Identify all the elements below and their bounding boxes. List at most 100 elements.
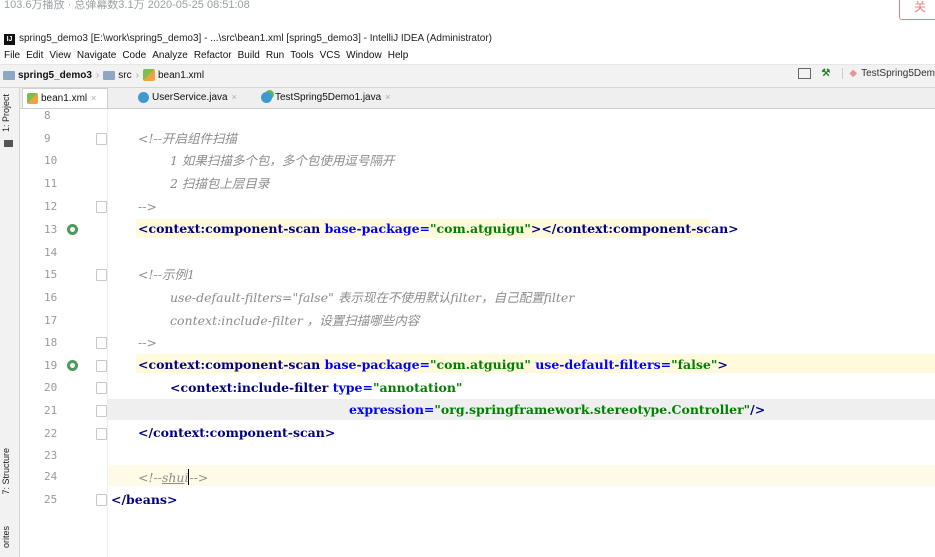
- code-line-20: <context:include-filter type="annotation…: [170, 377, 462, 398]
- comment-line: -->: [138, 335, 157, 350]
- xml-file-icon: [27, 93, 38, 104]
- menu-tools[interactable]: Tools: [287, 48, 316, 64]
- video-info-strip: 103.6万播放 · 总弹幕数3.1万 2020-05-25 08:51:08 …: [0, 0, 935, 27]
- comment-line: context:include-filter ，设置扫描哪些内容: [170, 313, 420, 328]
- favorites-tool-button[interactable]: orites: [1, 526, 11, 548]
- src-folder-icon: [103, 70, 116, 80]
- line-number: 12: [44, 200, 58, 213]
- line-number: 21: [44, 404, 58, 417]
- intellij-app-icon: IJ: [4, 34, 15, 45]
- fold-toggle-icon[interactable]: [96, 337, 107, 349]
- comment-close: -->: [189, 470, 209, 485]
- menu-edit[interactable]: Edit: [23, 48, 46, 64]
- menu-bar: File Edit View Navigate Code Analyze Refactor B…: [0, 48, 935, 65]
- window-title-bar: IJ spring5_demo3 [E:\work\spring5_demo3]…: [0, 32, 935, 47]
- xml-file-icon: [142, 69, 155, 81]
- comment-line: 2 扫描包上层目录: [170, 176, 270, 191]
- spring-bean-gutter-icon[interactable]: [67, 360, 78, 371]
- code-line-21: expression="org.springframework.stereoty…: [349, 399, 765, 420]
- build-hammer-icon[interactable]: ⚒: [821, 68, 830, 79]
- xml-tag: />: [750, 402, 766, 417]
- xml-value: "false": [671, 357, 718, 372]
- breadcrumb-separator: ›: [135, 69, 139, 81]
- menu-view[interactable]: View: [46, 48, 74, 64]
- xml-value: "com.atguigu": [430, 357, 536, 372]
- comment-line: <!--开启组件扫描: [138, 131, 237, 146]
- menu-window[interactable]: Window: [343, 48, 385, 64]
- java-test-class-icon: [261, 92, 272, 103]
- fold-toggle-icon[interactable]: [96, 269, 107, 281]
- menu-analyze[interactable]: Analyze: [149, 48, 191, 64]
- toolbar-right: ⚒ ◆ TestSpring5Dem: [798, 68, 935, 79]
- menu-run[interactable]: Run: [263, 48, 287, 64]
- video-meta-text: 103.6万播放 · 总弹幕数3.1万 2020-05-25 08:51:08: [4, 0, 250, 11]
- xml-tag: <context:include-filter: [170, 380, 333, 395]
- line-number: 16: [44, 291, 58, 304]
- xml-tag: <context:component-scan: [138, 357, 325, 372]
- run-config-label: TestSpring5Dem: [861, 68, 935, 79]
- fold-toggle-icon[interactable]: [96, 428, 107, 440]
- line-number: 9: [44, 132, 51, 145]
- spring-bean-gutter-icon[interactable]: [67, 224, 78, 235]
- breadcrumb-separator: ›: [95, 69, 100, 81]
- menu-navigate[interactable]: Navigate: [74, 48, 119, 64]
- project-folder-icon: [3, 70, 15, 80]
- comment-line: 1 如果扫描多个包，多个包使用逗号隔开: [170, 153, 395, 168]
- xml-attribute: base-package=: [324, 357, 431, 372]
- text-caret: [188, 469, 190, 485]
- xml-tag: <context:component-scan: [138, 221, 325, 236]
- java-class-icon: [138, 92, 149, 103]
- code-line-24: <!--shui-->: [138, 466, 208, 488]
- line-number: 20: [44, 381, 58, 394]
- line-number: 24: [44, 470, 58, 483]
- typo-word: shu: [161, 470, 185, 485]
- run-config-icon: ◆: [849, 68, 858, 79]
- line-number: 8: [44, 109, 51, 122]
- window-title: spring5_demo3 [E:\work\spring5_demo3] - …: [19, 33, 492, 44]
- line-number: 11: [44, 177, 58, 190]
- code-line-22: </context:component-scan>: [138, 425, 336, 440]
- menu-refactor[interactable]: Refactor: [191, 48, 235, 64]
- comment-line: -->: [138, 199, 157, 214]
- breadcrumb-file[interactable]: bean1.xml: [158, 70, 204, 81]
- xml-tag: >: [717, 357, 728, 372]
- menu-vcs[interactable]: VCS: [317, 48, 344, 64]
- xml-attribute: expression=: [349, 402, 435, 417]
- comment-line: use-default-filters="false" 表示现在不使用默认fil…: [170, 290, 575, 305]
- fold-toggle-icon[interactable]: [96, 201, 107, 213]
- xml-value: "com.atguigu": [430, 221, 531, 236]
- xml-attribute: use-default-filters=: [535, 357, 672, 372]
- menu-code[interactable]: Code: [119, 48, 149, 64]
- menu-build[interactable]: Build: [235, 48, 263, 64]
- xml-value: "org.springframework.stereotype.Controll…: [434, 402, 751, 417]
- xml-attribute: base-package=: [324, 221, 431, 236]
- follow-button[interactable]: 关: [899, 0, 935, 20]
- fold-toggle-icon[interactable]: [96, 382, 107, 394]
- line-number: 10: [44, 154, 58, 167]
- breadcrumb-project[interactable]: spring5_demo3: [18, 70, 92, 81]
- fold-toggle-icon[interactable]: [96, 133, 107, 145]
- navigation-bar: spring5_demo3 › src › bean1.xml ⚒ ◆ TestS…: [0, 65, 935, 88]
- xml-value: "annotation": [372, 380, 463, 395]
- breadcrumb: spring5_demo3 › src › bean1.xml: [3, 69, 204, 81]
- breadcrumb-src[interactable]: src: [118, 70, 131, 81]
- run-configuration-selector[interactable]: ◆ TestSpring5Dem: [842, 68, 935, 79]
- line-number: 14: [44, 246, 58, 259]
- fold-toggle-icon[interactable]: [96, 360, 107, 372]
- layout-toggle-icon[interactable]: [798, 68, 812, 79]
- line-number: 22: [44, 427, 58, 440]
- line-number: 17: [44, 314, 58, 327]
- fold-toggle-icon[interactable]: [96, 405, 107, 417]
- menu-help[interactable]: Help: [385, 48, 412, 64]
- xml-tag: ></context:component-scan>: [530, 221, 739, 236]
- menu-file[interactable]: File: [1, 48, 23, 64]
- code-line-25: </beans>: [111, 492, 178, 507]
- line-number: 23: [44, 449, 58, 462]
- xml-attribute: type=: [332, 380, 373, 395]
- comment-open: <!--: [138, 470, 162, 485]
- line-number: 15: [44, 268, 58, 281]
- line-number: 25: [44, 493, 58, 506]
- fold-toggle-icon[interactable]: [96, 494, 107, 506]
- code-line-13: <context:component-scan base-package="co…: [138, 218, 739, 239]
- comment-line: <!--示例1: [138, 267, 195, 282]
